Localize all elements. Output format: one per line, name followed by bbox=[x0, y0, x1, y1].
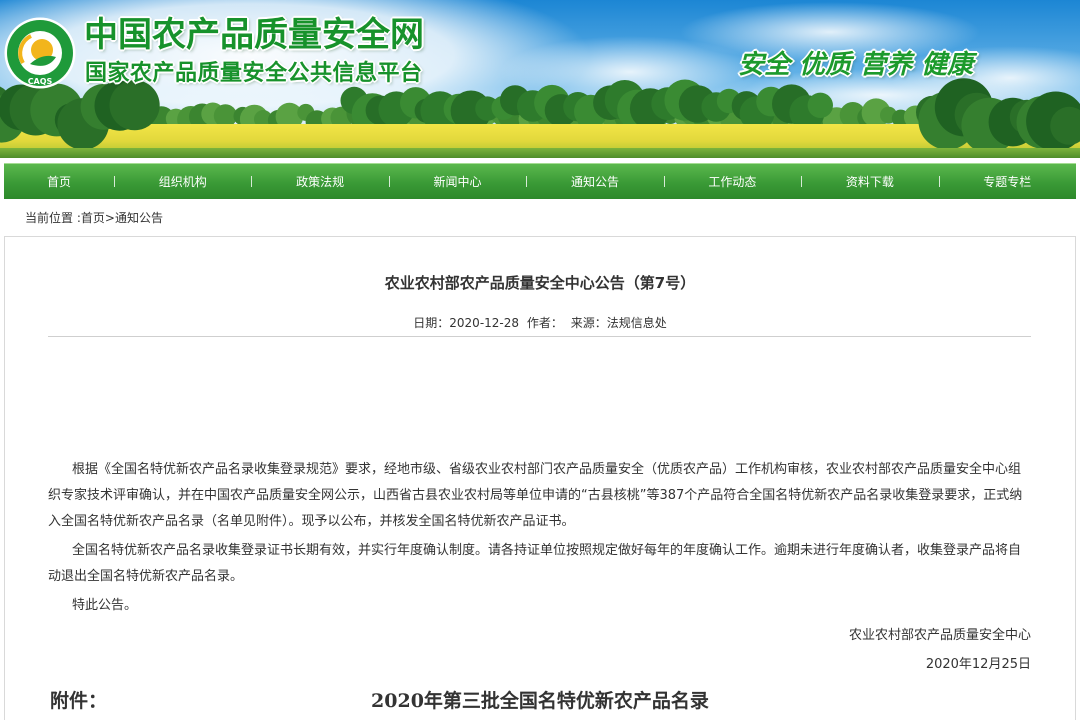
nav-item-policies[interactable]: 政策法规 bbox=[251, 164, 388, 199]
breadcrumb-separator: > bbox=[104, 211, 115, 225]
meta-author-label: 作者： bbox=[526, 316, 563, 330]
nav-item-organization[interactable]: 组织机构 bbox=[114, 164, 251, 199]
main-nav: 首页 组织机构 政策法规 新闻中心 通知公告 工作动态 资料下载 专题专栏 bbox=[4, 163, 1076, 199]
nav-item-work-updates[interactable]: 工作动态 bbox=[663, 164, 801, 199]
article-sign-date: 2020年12月25日 bbox=[925, 657, 1031, 672]
article-panel: 农业农村部农产品质量安全中心公告（第7号） 日期：2020-12-28 作者： … bbox=[4, 236, 1076, 720]
breadcrumb-home-link[interactable]: 首页 bbox=[81, 211, 105, 225]
breadcrumb-label: 当前位置 : bbox=[25, 211, 81, 225]
article-paragraph: 根据《全国名特优新农产品名录收集登录规范》要求，经地市级、省级农业农村部门农产品… bbox=[48, 462, 1023, 529]
nav-item-notices[interactable]: 通知公告 bbox=[526, 164, 663, 199]
meta-source: 法规信息处 bbox=[606, 316, 667, 330]
site-banner: CAQS 中国农产品质量安全网 国家农产品质量安全公共信息平台 安全 优质 营养… bbox=[0, 0, 1080, 158]
site-title: 中国农产品质量安全网 bbox=[84, 15, 424, 55]
article-signature: 农业农村部农产品质量安全中心 bbox=[848, 628, 1031, 643]
site-slogan: 安全 优质 营养 健康 bbox=[738, 50, 974, 80]
meta-date: 2020-12-28 bbox=[449, 316, 520, 330]
yellow-field bbox=[0, 124, 1080, 152]
article-title: 农业农村部农产品质量安全中心公告（第7号） bbox=[384, 274, 696, 292]
nav-item-downloads[interactable]: 资料下载 bbox=[801, 164, 938, 199]
nav-item-home[interactable]: 首页 bbox=[4, 164, 114, 199]
article-paragraph: 全国名特优新农产品名录收集登录证书长期有效，并实行年度确认制度。请各持证单位按照… bbox=[48, 543, 1022, 584]
foreground-grass bbox=[0, 148, 1080, 158]
breadcrumb: 当前位置 :首页>通知公告 bbox=[25, 210, 163, 226]
meta-source-label: 来源： bbox=[570, 316, 607, 330]
logo-lettering: CAQS bbox=[28, 77, 53, 86]
title-divider bbox=[48, 336, 1031, 337]
meta-date-label: 日期： bbox=[413, 316, 450, 330]
attachment-heading: 附件： 2020年第三批全国名特优新农产品名录 bbox=[5, 689, 1075, 713]
attachment-title: 2020年第三批全国名特优新农产品名录 bbox=[371, 690, 709, 712]
site-subtitle: 国家农产品质量安全公共信息平台 bbox=[85, 61, 423, 86]
article-body: 根据《全国名特优新农产品名录收集登录规范》要求，经地市级、省级农业农村部门农产品… bbox=[48, 457, 1031, 678]
article-paragraph: 特此公告。 bbox=[72, 598, 138, 613]
tree-shape bbox=[807, 92, 833, 119]
nav-item-news[interactable]: 新闻中心 bbox=[388, 164, 526, 199]
breadcrumb-current-link[interactable]: 通知公告 bbox=[115, 211, 163, 225]
article-meta: 日期：2020-12-28 作者： 来源：法规信息处 bbox=[5, 315, 1075, 331]
nav-item-special-topics[interactable]: 专题专栏 bbox=[938, 164, 1076, 199]
caqs-logo[interactable]: CAQS bbox=[4, 17, 76, 89]
